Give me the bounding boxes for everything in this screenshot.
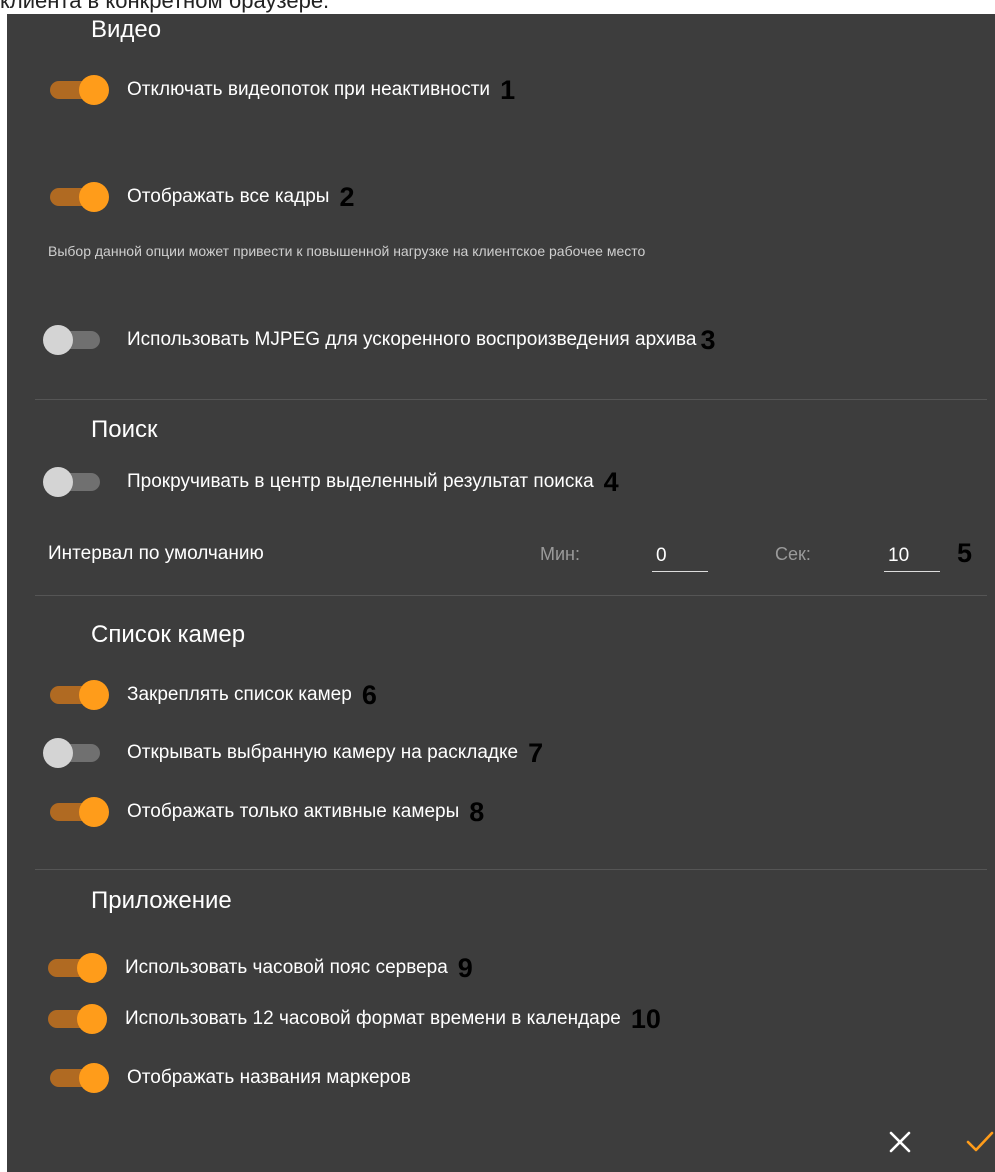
annotation-marker: 2 [339,182,355,212]
annotation-marker: 1 [500,75,516,105]
show-all-frames-hint: Выбор данной опции может привести к повы… [48,243,646,259]
annotation-marker: 9 [457,953,473,983]
section-divider [35,595,987,596]
confirm-button[interactable] [965,1121,995,1163]
annotation-marker: 4 [603,467,619,497]
setting-label: Закреплять список камер [127,684,352,705]
setting-row-mjpeg: Использовать MJPEG для ускоренного воспр… [43,320,716,360]
page-caption: клиента в конкретном браузере. [0,0,330,13]
annotation-marker: 5 [957,538,973,568]
setting-label: Отображать только активные камеры [127,801,460,822]
setting-row-server-timezone: Использовать часовой пояс сервера 9 [45,948,473,988]
setting-label: Использовать MJPEG для ускоренного воспр… [127,329,697,350]
default-interval-label: Интервал по умолчанию [48,543,264,564]
toggle-server-timezone[interactable] [45,953,107,983]
toggle-show-all-frames[interactable] [47,182,109,212]
seconds-input[interactable] [884,540,940,572]
setting-row-pin-camera-list: Закреплять список камер 6 [47,675,377,715]
section-divider [35,869,987,870]
setting-label: Отображать все кадры [127,186,330,207]
toggle-pin-camera-list[interactable] [47,680,109,710]
annotation-marker: 7 [528,738,544,768]
section-title-search: Поиск [91,416,158,443]
setting-row-show-all-frames: Отображать все кадры 2 [47,177,354,217]
seconds-label: Сек: [775,544,811,564]
section-title-video: Видео [91,16,162,43]
minutes-label: Мин: [540,544,580,564]
minutes-input[interactable] [652,540,708,572]
checkmark-icon [966,1131,994,1152]
setting-row-open-on-layout: Открывать выбранную камеру на раскладке … [43,733,543,773]
setting-label: Отключать видеопоток при неактивности [127,79,491,100]
toggle-scroll-to-center[interactable] [43,467,105,497]
section-title-application: Приложение [91,887,232,914]
setting-label: Использовать 12 часовой формат времени в… [125,1008,621,1029]
annotation-marker: 10 [630,1004,661,1034]
setting-label: Прокручивать в центр выделенный результа… [127,471,594,492]
settings-panel: Видео Отключать видеопоток при неактивно… [7,14,995,1172]
annotation-marker: 8 [469,797,485,827]
toggle-open-on-layout[interactable] [43,738,105,768]
section-divider [35,399,987,400]
toggle-disable-stream[interactable] [47,75,109,105]
toggle-only-active-cameras[interactable] [47,797,109,827]
annotation-marker: 6 [361,680,377,710]
toggle-marker-names[interactable] [47,1063,109,1093]
setting-label: Использовать часовой пояс сервера [125,957,448,978]
setting-row-scroll-to-center: Прокручивать в центр выделенный результа… [43,462,619,502]
section-title-cameras: Список камер [91,621,246,648]
toggle-mjpeg[interactable] [43,325,105,355]
setting-row-marker-names: Отображать названия маркеров [47,1058,411,1098]
setting-label: Открывать выбранную камеру на раскладке [127,742,519,763]
toggle-12h-format[interactable] [45,1004,107,1034]
annotation-marker: 3 [700,325,716,355]
setting-row-only-active-cameras: Отображать только активные камеры 8 [47,792,484,832]
close-button[interactable] [879,1121,921,1163]
close-icon [889,1131,911,1153]
setting-row-12h-format: Использовать 12 часовой формат времени в… [45,999,661,1039]
setting-row-disable-stream: Отключать видеопоток при неактивности 1 [47,70,515,110]
setting-label: Отображать названия маркеров [127,1067,411,1088]
